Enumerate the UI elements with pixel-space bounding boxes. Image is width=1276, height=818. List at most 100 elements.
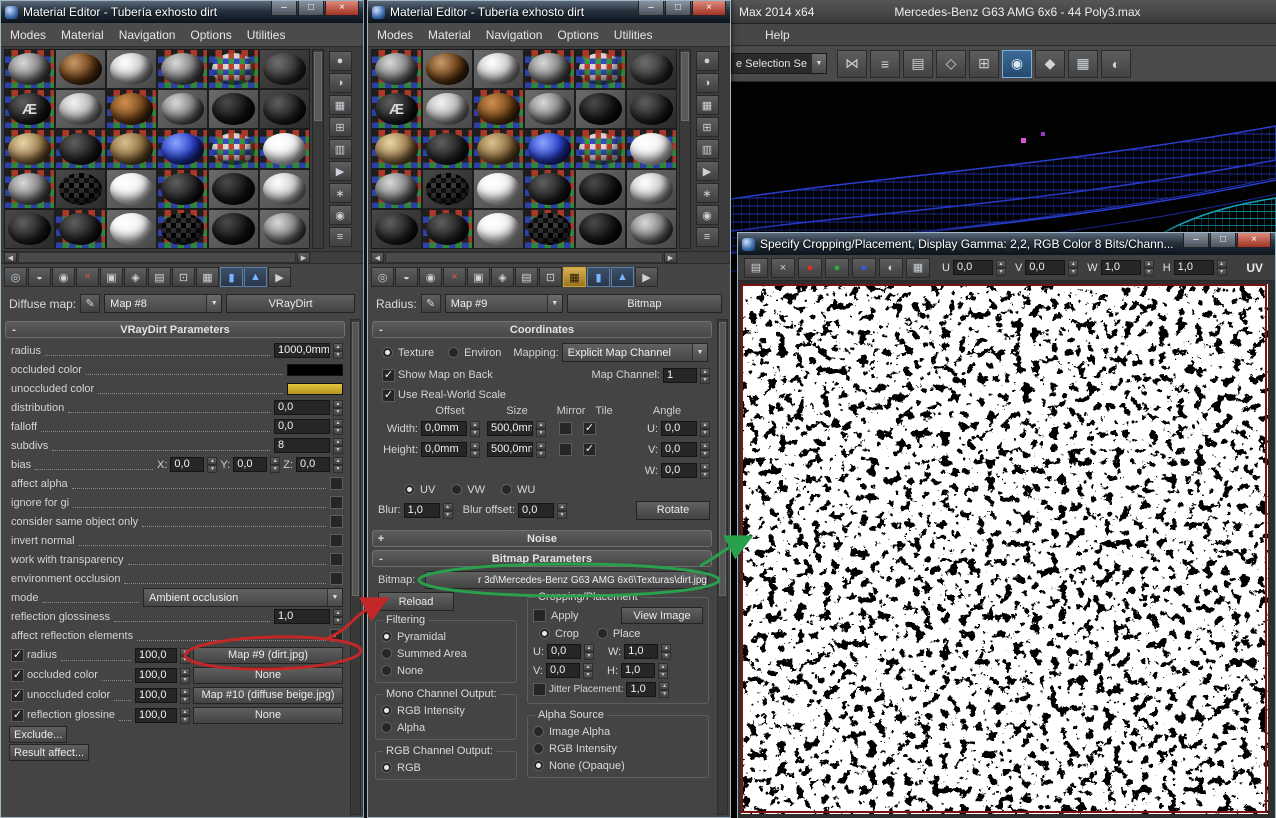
sample-slot[interactable] [422,129,473,169]
rollout-scrollbar[interactable] [717,319,728,815]
wu-radio[interactable]: WU [501,482,535,497]
reflection-glossiness-map-amount[interactable]: 100,0 [135,707,177,723]
sample-slot[interactable] [157,209,208,249]
sample-slot[interactable] [626,49,677,89]
sample-slot[interactable] [259,129,310,169]
select-by-material-icon[interactable]: ◉ [328,205,352,225]
show-map-in-viewport-icon[interactable]: ▦ [196,267,219,287]
sample-slot[interactable] [208,169,259,209]
sample-slot[interactable] [259,49,310,89]
rollout-scrollbar[interactable] [350,319,361,815]
reflection-glossiness-map-spinner[interactable] [180,708,190,723]
pyramidal-radio[interactable]: Pyramidal [381,629,511,644]
rollout-header[interactable]: - VRayDirt Parameters [5,321,345,338]
maximize-button[interactable]: □ [298,1,324,16]
bitmap-parameters-rollout-header[interactable]: - Bitmap Parameters [372,550,712,567]
blur-spinner[interactable] [443,503,453,518]
maximize-button[interactable]: □ [665,1,691,16]
sample-type-icon[interactable]: ● [328,51,352,71]
v-angle-spinner[interactable] [700,442,710,457]
reflection-glossiness-map-checkbox[interactable] [11,708,24,722]
mono-alpha-radio[interactable]: Alpha [381,720,511,735]
sample-slot[interactable] [473,129,524,169]
sample-slot[interactable] [157,89,208,129]
sample-slot[interactable] [55,89,106,129]
bias-y-field[interactable]: 0,0 [233,457,268,472]
jitter-placement-checkbox[interactable] [533,683,546,696]
go-forward-to-sibling-icon[interactable]: ▶ [635,267,658,287]
material-id-channel-icon[interactable]: ⊡ [172,267,195,287]
red-channel-icon[interactable]: ● [798,257,822,278]
bitmap-path-button[interactable]: r 3d\Mercedes-Benz G63 AMG 6x6\Texturas\… [425,571,708,589]
menu-item[interactable]: Navigation [486,28,543,42]
scroll-left-icon[interactable]: ◀ [371,252,384,263]
u-angle-spinner[interactable] [700,421,710,436]
background-icon[interactable]: ▦ [328,95,352,115]
crop-h-spinner[interactable] [658,663,668,678]
sample-slot[interactable] [524,129,575,169]
bias-z-field[interactable]: 0,0 [296,457,330,472]
unoccluded-color-map-button[interactable]: Map #10 (diffuse beige.jpg) [193,686,343,704]
sample-slot[interactable] [106,89,157,129]
sample-slot[interactable] [575,169,626,209]
width-size-spinner[interactable] [536,421,546,436]
reflection-glossiness-field[interactable]: 1,0 [274,609,330,624]
subdivs-field[interactable]: 8 [274,438,330,453]
align-icon[interactable]: ≡ [870,49,900,78]
options-icon[interactable]: ∗ [695,183,719,203]
show-map-in-viewport-icon[interactable]: ▦ [563,267,586,287]
alpha-none-opaque-radio[interactable]: None (Opaque) [533,758,703,773]
material-map-navigator-icon[interactable]: ≡ [695,227,719,247]
consider-same-object-checkbox[interactable] [330,515,343,528]
sample-slot[interactable] [4,89,55,129]
crop-w-field[interactable]: W 1,0 [1087,260,1153,275]
color-swatch-icon[interactable]: ▦ [906,257,930,278]
reload-button[interactable]: Reload [378,592,454,611]
pick-material-icon[interactable]: ✎ [80,294,101,313]
sample-slot[interactable] [55,49,106,89]
radius-map-spinner[interactable] [180,648,190,663]
go-to-parent-icon[interactable]: ▲ [611,267,634,287]
rotate-button[interactable]: Rotate [636,500,710,520]
menu-help[interactable]: Help [765,28,790,42]
height-offset-field[interactable]: 0,0mm [421,442,467,457]
sample-slot[interactable] [259,89,310,129]
crop-v-spinner[interactable] [583,663,593,678]
sample-slot[interactable] [157,129,208,169]
sample-slot[interactable] [371,209,422,249]
jitter-spinner[interactable] [659,682,669,697]
sample-slot[interactable] [106,209,157,249]
sample-slot[interactable] [473,49,524,89]
sample-slot[interactable] [208,89,259,129]
minimize-button[interactable]: – [271,1,297,16]
menu-item[interactable]: Options [557,28,598,42]
height-size-field[interactable]: 500,0mm [487,442,533,457]
put-material-to-scene-icon[interactable]: ◒ [395,267,418,287]
unoccluded-color-map-amount[interactable]: 100,0 [135,687,177,703]
blue-channel-icon[interactable]: ● [852,257,876,278]
pick-material-icon[interactable]: ✎ [420,294,441,313]
crop-u-field[interactable]: 0,0 [547,644,581,659]
sample-slot[interactable] [157,49,208,89]
use-real-world-scale-checkbox[interactable] [382,388,395,402]
show-end-result-icon[interactable]: ▮ [587,267,610,287]
noise-rollout-header[interactable]: + Noise [372,530,712,547]
unoccluded-color-map-spinner[interactable] [180,688,190,703]
radius-spinner[interactable] [333,343,343,358]
subdivs-spinner[interactable] [333,438,343,453]
get-material-icon[interactable]: ◎ [4,267,27,287]
reset-map-icon[interactable]: × [76,267,99,287]
print-icon[interactable]: ▤ [744,257,768,278]
sample-slot[interactable] [371,89,422,129]
v-mirror-checkbox[interactable] [559,443,572,456]
sample-slot[interactable] [422,169,473,209]
minimize-button[interactable]: – [1183,233,1209,248]
sample-slot[interactable] [259,209,310,249]
reset-map-icon[interactable]: × [443,267,466,287]
named-selection-sets-dropdown[interactable]: e Selection Se ▼ [731,53,827,74]
close-button[interactable]: × [1237,233,1271,248]
sample-slot[interactable] [208,129,259,169]
sample-uv-tiling-icon[interactable]: ⊞ [328,117,352,137]
u-angle-field[interactable]: 0,0 [661,421,697,436]
sample-slot[interactable] [4,49,55,89]
